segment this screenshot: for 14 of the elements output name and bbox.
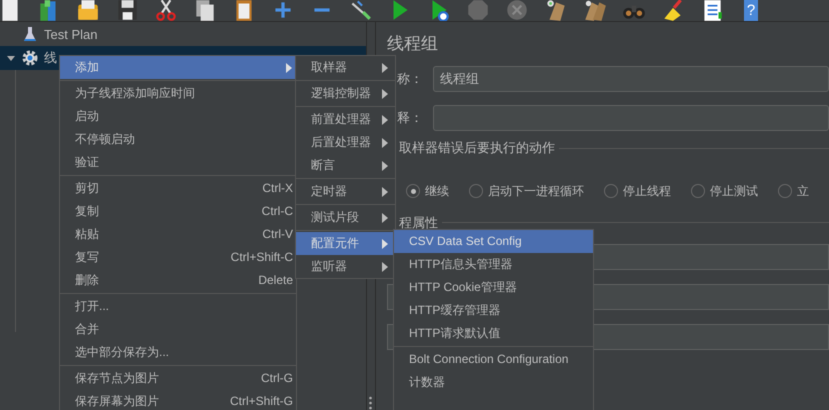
tree-label: Test Plan [44,26,98,42]
shortcut-label: Ctrl+Shift-C [230,250,293,265]
section-title: 取样器错误后要执行的动作 [399,139,555,157]
field-label: 称： [396,70,423,88]
panel-title: 线程组 [387,33,439,55]
shortcut-label: Ctrl+Shift-G [230,394,293,409]
tree-label: 线 [44,49,57,67]
shortcut-label: Ctrl-C [262,204,293,219]
shortcut-label: Ctrl-X [262,181,293,196]
shortcut-label: Ctrl-G [261,371,293,386]
field-label: 释： [396,109,423,127]
section-title: 程属性 [399,215,438,230]
shortcut-label: Delete [258,273,293,288]
shortcut-label: Ctrl-V [262,227,293,242]
